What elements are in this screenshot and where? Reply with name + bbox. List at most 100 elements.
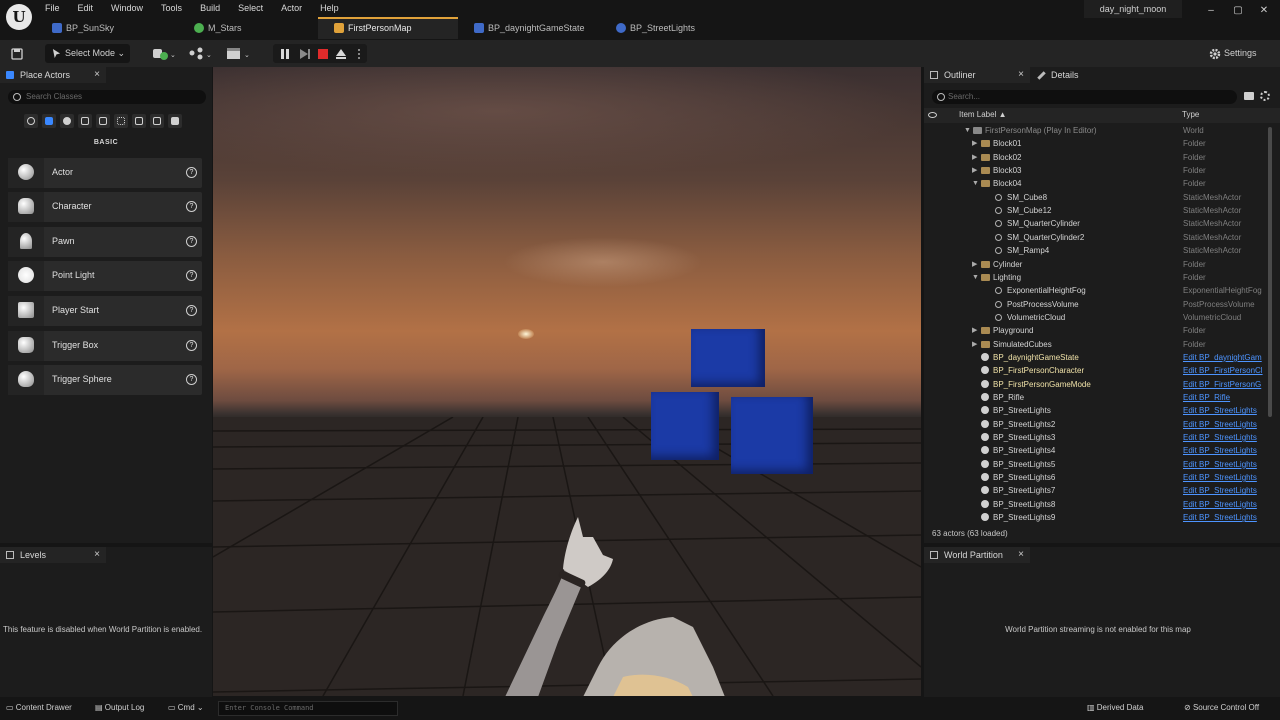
outliner-row[interactable]: SM_QuarterCylinder StaticMeshActor	[924, 217, 1280, 230]
outliner-row[interactable]: ▶ SimulatedCubes Folder	[924, 338, 1280, 351]
outliner-scrollbar[interactable]	[1268, 127, 1272, 417]
edit-blueprint-link[interactable]: Edit BP_StreetLights	[1183, 431, 1257, 444]
outliner-row[interactable]: ▶ Block03 Folder	[924, 164, 1280, 177]
tab-m-stars[interactable]: M_Stars	[178, 17, 318, 39]
geometry-icon[interactable]	[168, 114, 182, 128]
outliner-row[interactable]: ▶ Cylinder Folder	[924, 258, 1280, 271]
derived-data-button[interactable]: ▥ Derived Data	[1087, 703, 1143, 712]
actor-item-character[interactable]: Character ?	[8, 192, 202, 222]
expand-arrow-icon[interactable]: ▶	[972, 258, 980, 271]
source-control-button[interactable]: ⊘ Source Control Off	[1184, 703, 1259, 712]
add-folder-icon[interactable]	[1244, 92, 1254, 100]
close-icon[interactable]: ×	[94, 67, 100, 83]
edit-blueprint-link[interactable]: Edit BP_StreetLights	[1183, 418, 1257, 431]
outliner-row[interactable]: BP_StreetLights6 Edit BP_StreetLights	[924, 471, 1280, 484]
cmd-dropdown[interactable]: ▭ Cmd ⌄	[168, 703, 204, 712]
close-icon[interactable]: ×	[1018, 67, 1024, 83]
tab-bp-daynightgamestate[interactable]: BP_daynightGameState	[458, 17, 600, 39]
outliner-tab[interactable]: Outliner ×	[924, 67, 1030, 83]
outliner-row[interactable]: ▶ Block02 Folder	[924, 151, 1280, 164]
outliner-row[interactable]: VolumetricCloud VolumetricCloud	[924, 311, 1280, 324]
outliner-row[interactable]: ▶ Playground Folder	[924, 324, 1280, 337]
expand-arrow-icon[interactable]: ▶	[972, 164, 980, 177]
help-icon[interactable]: ?	[186, 270, 197, 281]
select-mode-dropdown[interactable]: Select Mode ⌄	[45, 44, 130, 63]
outliner-row[interactable]: BP_StreetLights7 Edit BP_StreetLights	[924, 484, 1280, 497]
edit-blueprint-link[interactable]: Edit BP_StreetLights	[1183, 458, 1257, 471]
outliner-row[interactable]: ▼ Block04 Folder	[924, 177, 1280, 190]
actor-item-pawn[interactable]: Pawn ?	[8, 227, 202, 257]
edit-blueprint-link[interactable]: Edit BP_FirstPersonCl	[1183, 364, 1263, 377]
eject-icon[interactable]	[336, 49, 346, 59]
help-icon[interactable]: ?	[186, 236, 197, 247]
unreal-logo-icon[interactable]: U	[6, 4, 32, 30]
outliner-row[interactable]: BP_StreetLights Edit BP_StreetLights	[924, 404, 1280, 417]
help-icon[interactable]: ?	[186, 201, 197, 212]
expand-arrow-icon[interactable]: ▼	[972, 271, 980, 284]
cinematic-icon[interactable]	[132, 114, 146, 128]
save-button[interactable]	[8, 44, 26, 63]
outliner-row[interactable]: SM_Cube8 StaticMeshActor	[924, 191, 1280, 204]
edit-blueprint-link[interactable]: Edit BP_StreetLights	[1183, 404, 1257, 417]
world-partition-tab[interactable]: World Partition ×	[924, 547, 1030, 563]
edit-blueprint-link[interactable]: Edit BP_StreetLights	[1183, 444, 1257, 457]
recent-icon[interactable]	[24, 114, 38, 128]
help-icon[interactable]: ?	[186, 340, 197, 351]
outliner-row[interactable]: BP_StreetLights4 Edit BP_StreetLights	[924, 444, 1280, 457]
blue-cube-top[interactable]	[691, 329, 765, 387]
blue-cube-left[interactable]	[651, 392, 719, 460]
menu-build[interactable]: Build	[191, 2, 229, 15]
menu-actor[interactable]: Actor	[272, 2, 311, 15]
settings-button[interactable]: Settings	[1208, 44, 1264, 63]
place-actors-tab[interactable]: Place Actors ×	[0, 67, 106, 83]
pause-icon[interactable]	[281, 49, 289, 59]
visual-effects-icon[interactable]	[96, 114, 110, 128]
maximize-button[interactable]: ▢	[1231, 4, 1245, 18]
outliner-row[interactable]: ExponentialHeightFog ExponentialHeightFog	[924, 284, 1280, 297]
more-options-icon[interactable]	[358, 49, 360, 59]
content-drawer-button[interactable]: ▭ Content Drawer	[6, 703, 72, 712]
expand-arrow-icon[interactable]: ▶	[972, 338, 980, 351]
outliner-row[interactable]: BP_StreetLights8 Edit BP_StreetLights	[924, 498, 1280, 511]
help-icon[interactable]: ?	[186, 167, 197, 178]
lights-icon[interactable]	[60, 114, 74, 128]
expand-arrow-icon[interactable]: ▶	[972, 137, 980, 150]
menu-select[interactable]: Select	[229, 2, 272, 15]
level-viewport[interactable]	[213, 67, 921, 696]
basic-icon[interactable]	[42, 114, 56, 128]
outliner-row[interactable]: BP_StreetLights3 Edit BP_StreetLights	[924, 431, 1280, 444]
levels-tab[interactable]: Levels ×	[0, 547, 106, 563]
tab-firstpersonmap[interactable]: FirstPersonMap	[318, 17, 458, 39]
outliner-row[interactable]: BP_StreetLights2 Edit BP_StreetLights	[924, 418, 1280, 431]
outliner-row[interactable]: BP_FirstPersonCharacter Edit BP_FirstPers…	[924, 364, 1280, 377]
outliner-row[interactable]: BP_StreetLights9 Edit BP_StreetLights	[924, 511, 1280, 524]
tab-bp-sunsky[interactable]: BP_SunSky	[36, 17, 178, 39]
edit-blueprint-link[interactable]: Edit BP_FirstPersonG	[1183, 378, 1261, 391]
expand-arrow-icon[interactable]: ▶	[972, 324, 980, 337]
close-window-button[interactable]: ✕	[1257, 4, 1271, 18]
blueprint-button[interactable]: ⌄	[186, 44, 214, 63]
item-label-column[interactable]: Item Label ▲	[959, 110, 1007, 119]
menu-edit[interactable]: Edit	[69, 2, 103, 15]
eye-icon[interactable]	[928, 112, 937, 118]
details-tab[interactable]: Details	[1031, 67, 1115, 83]
outliner-row[interactable]: ▶ Block01 Folder	[924, 137, 1280, 150]
search-classes-input[interactable]: Search Classes	[8, 90, 206, 104]
help-icon[interactable]: ?	[186, 305, 197, 316]
outliner-row[interactable]: ▼ Lighting Folder	[924, 271, 1280, 284]
outliner-row[interactable]: ▼ FirstPersonMap (Play In Editor) World	[924, 124, 1280, 137]
close-icon[interactable]: ×	[94, 547, 100, 563]
actor-item-player-start[interactable]: Player Start ?	[8, 296, 202, 326]
outliner-row[interactable]: BP_StreetLights5 Edit BP_StreetLights	[924, 458, 1280, 471]
volumes-icon[interactable]	[114, 114, 128, 128]
outliner-row[interactable]: SM_Ramp4 StaticMeshActor	[924, 244, 1280, 257]
stop-icon[interactable]	[318, 49, 328, 59]
outliner-row[interactable]: SM_Cube12 StaticMeshActor	[924, 204, 1280, 217]
outliner-row[interactable]: SM_QuarterCylinder2 StaticMeshActor	[924, 231, 1280, 244]
edit-blueprint-link[interactable]: Edit BP_StreetLights	[1183, 498, 1257, 511]
tab-bp-streetlights[interactable]: BP_StreetLights	[600, 17, 740, 39]
gear-icon[interactable]	[1260, 91, 1270, 101]
step-forward-icon[interactable]	[300, 49, 310, 59]
actor-item-point-light[interactable]: Point Light ?	[8, 261, 202, 291]
all-classes-icon[interactable]	[150, 114, 164, 128]
